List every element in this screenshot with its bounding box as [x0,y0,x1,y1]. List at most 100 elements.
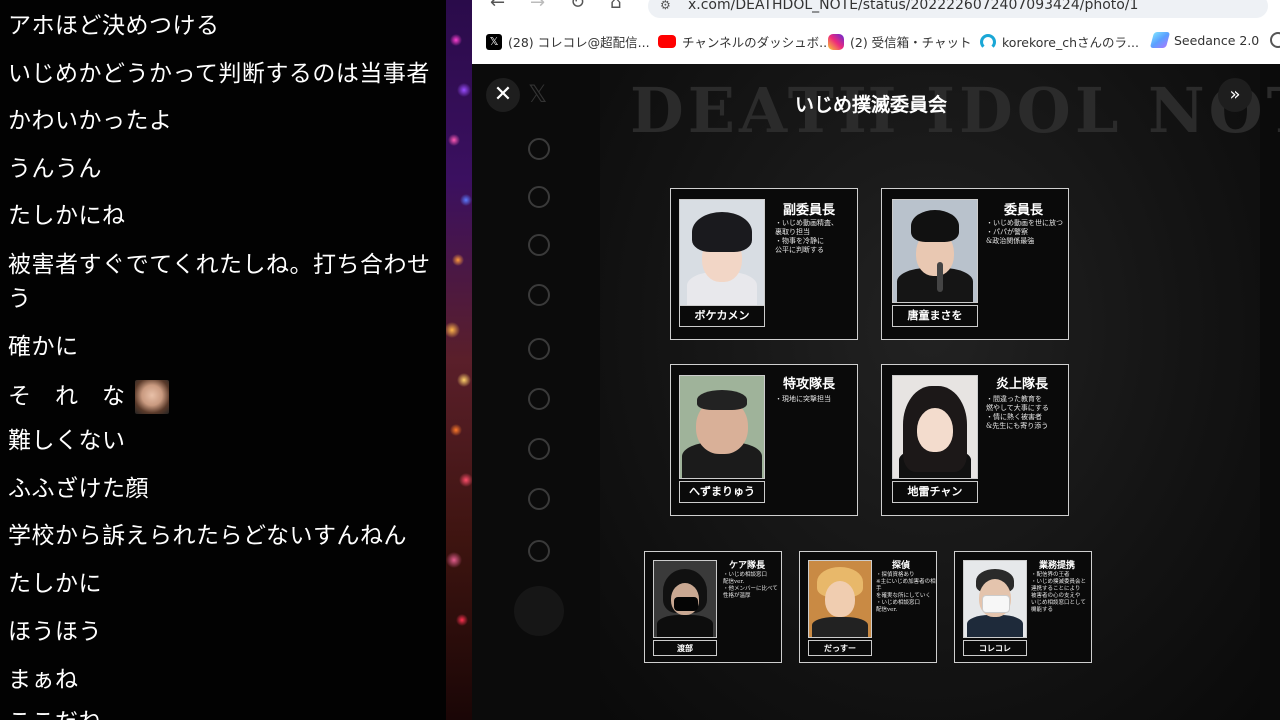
member-desc: ・いじめ相談窓口 配信ver. ・他メンバーに比べて 性格が温厚 [723,572,778,599]
close-button[interactable]: ✕ [486,78,520,112]
member-card: 探偵 ・探偵資格あり ※主にいじめ加害者の相手 を確実な所にしていく ・いじめ相… [799,551,937,663]
chat-message: そ れ な [8,380,170,414]
chat-message: かわいかったよ [8,108,173,134]
bookmark-item[interactable]: korekore_chさんのラ... [980,32,1139,51]
member-role: 炎上隊長 [996,377,1049,392]
bookmark-label: チャンネルのダッシュボ... [682,35,832,50]
poster-image: DEATH IDOL NOTE いじめ撲滅委員会 副委員長 ・いじめ動画精査、 … [600,64,1280,720]
bookmarks-bar: 𝕏 (28) コレコレ@超配信... チャンネルのダッシュボ... (2) 受信… [472,26,1280,58]
back-icon[interactable]: ← [490,0,505,13]
home-nav-icon [528,138,550,160]
member-photo [679,199,765,307]
headset-icon [980,33,996,50]
chat-message: 学校から訴えられたらどないすんねん [8,523,408,549]
home-icon[interactable]: ⌂ [610,0,621,13]
bookmark-item[interactable]: (2) 受信箱・チャット [828,32,972,51]
bookmarks-nav-icon [528,438,550,460]
member-card: 炎上隊長 ・間違った教育を 燃やして大事にする ・情に熱く被害者 &先生にも寄り… [881,364,1069,516]
member-name: 唐童まさを [892,305,978,327]
chat-message: ほうほう [8,619,102,645]
site-info-icon[interactable]: ⚙ [660,0,671,16]
member-card: 特攻隊長 ・現地に突撃担当 へずまりゅう [670,364,858,516]
forward-icon[interactable]: → [530,0,545,13]
member-name: コレコレ [963,640,1027,656]
member-role: 探偵 [892,561,911,571]
chat-message: うんうん [8,156,102,182]
chat-message: まぁね [8,667,79,693]
chat-message: 難しくない [8,428,126,454]
grok-nav-icon [528,388,550,410]
messages-nav-icon [528,338,550,360]
member-card: 委員長 ・いじめ動画を世に放つ ・パパが警察 &政治関係最強 唐童まさを [881,188,1069,340]
member-role: 委員長 [1004,203,1044,218]
member-desc: ・いじめ動画精査、 裏取り担当 ・物事を冷静に 公平に判断する [775,219,838,254]
expand-replies-button[interactable]: » [1218,78,1252,112]
emote-face-icon [135,380,170,414]
more-bookmarks-icon[interactable] [1270,32,1280,48]
instagram-icon [828,33,844,50]
member-name: 渡部 [653,640,717,656]
chat-overlay: アホほど決めつける いじめかどうかって判断するのは当事者 かわいかったよ うんう… [0,0,448,720]
member-photo [892,199,978,303]
member-name: ボケカメン [679,305,765,327]
notifications-nav-icon [528,234,550,256]
member-card: 業務提携 ・配信界の王者 ・いじめ撲滅委員会と 連携することにより 被害者の心の… [954,551,1092,663]
member-role: ケア隊長 [729,561,766,571]
follow-nav-icon [528,284,550,306]
member-name: へずまりゅう [679,481,765,503]
bookmark-item[interactable]: 𝕏 (28) コレコレ@超配信... [486,32,650,51]
member-card: ケア隊長 ・いじめ相談窓口 配信ver. ・他メンバーに比べて 性格が温厚 渡部 [644,551,782,663]
member-desc: ・間違った教育を 燃やして大事にする ・情に熱く被害者 &先生にも寄り添う [986,395,1049,430]
member-desc: ・探偵資格あり ※主にいじめ加害者の相手 を確実な所にしていく ・いじめ相談窓口… [876,572,936,613]
browser-window: ← → ↻ ⌂ ⚙ x.com/DEATHDOL_NOTE/status/202… [472,0,1280,720]
url-text: x.com/DEATHDOL_NOTE/status/2022226072407… [688,0,1139,13]
x-logo-icon: 𝕏 [528,80,548,108]
youtube-icon [658,35,676,48]
member-card: 副委員長 ・いじめ動画精査、 裏取り担当 ・物事を冷静に 公平に判断する ボケカ… [670,188,858,340]
bookmark-label: (2) 受信箱・チャット [850,35,972,50]
member-role: 副委員長 [783,203,836,218]
member-desc: ・現地に突撃担当 [775,395,831,403]
member-desc: ・いじめ動画を世に放つ ・パパが警察 &政治関係最強 [986,219,1063,245]
member-photo [963,560,1027,638]
bookmark-item[interactable]: Seedance 2.0 [1149,32,1260,48]
chat-message: たしかに [8,571,102,597]
bookmark-item[interactable]: チャンネルのダッシュボ... [658,32,831,51]
more-nav-icon [528,540,550,562]
explore-nav-icon [528,186,550,208]
url-field[interactable]: ⚙ x.com/DEATHDOL_NOTE/status/20222260724… [648,0,1268,18]
chat-message: アホほど決めつける [8,13,220,39]
post-button-icon [514,586,564,636]
bookmark-label: (28) コレコレ@超配信... [508,35,650,50]
chat-message: ここだね [8,707,102,720]
bookmark-label: Seedance 2.0 [1174,32,1260,48]
committee-title: いじめ撲滅委員会 [795,94,948,116]
member-photo [892,375,978,479]
member-desc: ・配信界の王者 ・いじめ撲滅委員会と 連携することにより 被害者の心の支えや い… [1031,572,1087,613]
member-photo [653,560,717,638]
chat-message-text: そ れ な [8,383,126,410]
chat-message: ふふざけた顔 [8,476,149,502]
chat-message: 確かに [8,334,79,360]
close-icon: ✕ [493,82,513,107]
reload-icon[interactable]: ↻ [570,0,585,13]
chat-message: たしかにね [8,203,126,229]
profile-nav-icon [528,488,550,510]
member-role: 業務提携 [1039,561,1076,571]
member-name: だっすー [808,640,872,656]
member-photo [679,375,765,479]
member-photo [808,560,872,638]
x-icon: 𝕏 [486,33,502,50]
double-chevron-right-icon: » [1229,84,1241,105]
bookmark-label: korekore_chさんのラ... [1002,35,1139,50]
chat-message: 被害者すぐでてくれたしね。打ち合わせ [8,252,431,278]
address-bar-row: ← → ↻ ⌂ ⚙ x.com/DEATHDOL_NOTE/status/202… [472,0,1280,20]
chat-message: いじめかどうかって判断するのは当事者 [8,61,430,87]
chat-message: う [8,286,32,312]
member-name: 地雷チャン [892,481,978,503]
background-city-strip [446,0,474,720]
microphone-icon [937,262,943,292]
seedance-icon [1149,32,1171,48]
image-viewer: 𝕏 DEATH IDOL NOTE いじめ撲滅委員会 [472,64,1280,720]
member-role: 特攻隊長 [783,377,836,392]
